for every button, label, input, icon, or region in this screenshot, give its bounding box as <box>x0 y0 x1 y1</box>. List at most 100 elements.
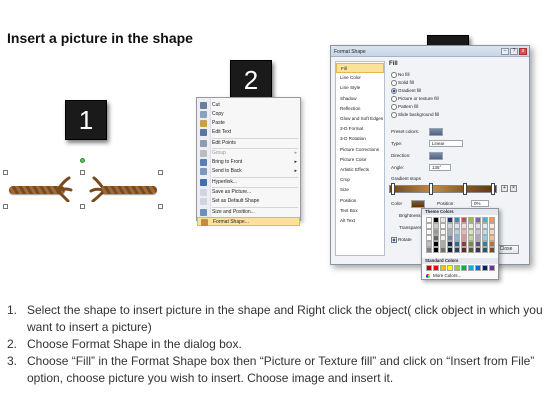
remove-stop-icon[interactable]: × <box>510 185 517 192</box>
scissors-icon <box>200 102 207 109</box>
color-swatch[interactable] <box>482 247 488 253</box>
category-shadow[interactable]: Shadow <box>336 94 384 104</box>
color-swatch[interactable] <box>475 247 481 253</box>
color-swatch[interactable] <box>433 247 439 253</box>
color-swatch[interactable] <box>475 265 481 271</box>
edit-text-icon <box>200 129 207 136</box>
selection-handle[interactable] <box>3 170 8 175</box>
menu-item-label: Bring to Front <box>212 159 243 165</box>
category-picture-color[interactable]: Picture Color <box>336 155 384 165</box>
fill-option-slide-background-fill[interactable]: Slide background fill <box>391 111 439 118</box>
category-fill[interactable]: Fill <box>336 63 384 74</box>
menu-item-edit-text[interactable]: Edit Text <box>197 128 300 137</box>
angle-field[interactable]: 135° <box>429 164 451 171</box>
category-line-style[interactable]: Line Style <box>336 83 384 93</box>
menu-item-paste[interactable]: Paste <box>197 119 300 128</box>
gradient-stop[interactable] <box>491 183 495 195</box>
menu-item-label: Size and Position... <box>212 208 255 215</box>
selection-handle[interactable] <box>3 204 8 209</box>
menu-item-cut[interactable]: Cut <box>197 101 300 110</box>
type-select[interactable]: Linear <box>429 140 463 147</box>
close-icon[interactable]: x <box>519 48 527 55</box>
menu-item-save-as-picture[interactable]: Save as Picture... <box>197 188 300 197</box>
step-number: 1. <box>7 303 18 317</box>
category-text-box[interactable]: Text Box <box>336 206 384 216</box>
submenu-arrow-icon: ▸ <box>294 159 297 165</box>
menu-item-size-and-position[interactable]: Size and Position... <box>197 208 300 217</box>
menu-item-label: Group <box>212 150 226 156</box>
direction-label: Direction: <box>391 153 411 158</box>
gradient-stop[interactable] <box>429 183 433 195</box>
color-swatch[interactable] <box>482 265 488 271</box>
category-artistic-effects[interactable]: Artistic Effects <box>336 165 384 175</box>
menu-item-label: Copy <box>212 111 224 117</box>
color-swatch[interactable] <box>454 247 460 253</box>
menu-item-send-to-back[interactable]: Send to Back ▸ <box>197 167 300 176</box>
gradient-stop[interactable] <box>391 183 395 195</box>
fill-option-no-fill[interactable]: No fill <box>391 71 410 78</box>
minimize-button[interactable]: – <box>501 48 509 55</box>
broken-rope-shape[interactable] <box>3 158 163 210</box>
fill-option-pattern-fill[interactable]: Pattern fill <box>391 103 418 110</box>
selection-handle[interactable] <box>80 204 85 209</box>
color-swatch[interactable] <box>461 247 467 253</box>
menu-item-group[interactable]: Group ▸ <box>197 149 300 158</box>
gradient-stops-bar[interactable] <box>389 185 497 193</box>
category-picture-corrections[interactable]: Picture Corrections <box>336 145 384 155</box>
color-swatch[interactable] <box>489 247 495 253</box>
color-swatch[interactable] <box>461 265 467 271</box>
category-position[interactable]: Position <box>336 196 384 206</box>
color-swatch[interactable] <box>468 247 474 253</box>
menu-item-label: Format Shape... <box>213 218 249 225</box>
category-alt-text[interactable]: Alt Text <box>336 216 384 226</box>
fill-option-solid-fill[interactable]: Solid fill <box>391 79 414 86</box>
send-back-icon <box>200 168 207 175</box>
position-field[interactable]: 0% <box>471 200 489 207</box>
category-reflection[interactable]: Reflection <box>336 104 384 114</box>
type-label: Type: <box>391 141 403 146</box>
menu-item-format-shape[interactable]: Format Shape... <box>197 216 300 226</box>
fill-option-picture-or-texture-fill[interactable]: Picture or texture fill <box>391 95 439 102</box>
brightness-label: Brightness: <box>399 213 422 218</box>
fill-option-gradient-fill[interactable]: Gradient fill <box>391 87 421 94</box>
menu-item-edit-points[interactable]: Edit Points <box>197 139 300 148</box>
rope-frayed-end-left <box>57 176 73 202</box>
menu-item-copy[interactable]: Copy <box>197 110 300 119</box>
gradient-stop[interactable] <box>463 183 467 195</box>
rotate-checkbox[interactable]: Rotate <box>391 236 412 243</box>
more-colors-link[interactable]: More Colors... <box>426 273 461 278</box>
category-3-d-format[interactable]: 3-D Format <box>336 124 384 134</box>
selection-handle[interactable] <box>158 170 163 175</box>
selection-handle[interactable] <box>80 170 85 175</box>
preset-colors-dropdown[interactable] <box>429 128 443 136</box>
category-size[interactable]: Size <box>336 185 384 195</box>
color-swatch[interactable] <box>440 265 446 271</box>
color-swatch[interactable] <box>468 265 474 271</box>
menu-item-set-as-default-shape[interactable]: Set as Default Shape <box>197 197 300 206</box>
color-swatch[interactable] <box>447 265 453 271</box>
color-swatch[interactable] <box>489 265 495 271</box>
category-glow-and-soft-edges[interactable]: Glow and Soft Edges <box>336 114 384 124</box>
standard-colors-row <box>426 265 495 271</box>
direction-dropdown[interactable] <box>429 152 443 160</box>
color-swatch[interactable] <box>447 247 453 253</box>
color-swatch[interactable] <box>454 265 460 271</box>
menu-item-label: Hyperlink... <box>212 178 238 185</box>
category-3-d-rotation[interactable]: 3-D Rotation <box>336 134 384 144</box>
color-swatch[interactable] <box>433 265 439 271</box>
category-crop[interactable]: Crop <box>336 175 384 185</box>
menu-item-bring-to-front[interactable]: Bring to Front ▸ <box>197 158 300 167</box>
color-dropdown[interactable] <box>411 200 425 208</box>
save-picture-icon <box>200 189 207 196</box>
color-swatch[interactable] <box>426 247 432 253</box>
rotation-handle[interactable] <box>80 158 85 163</box>
category-line-color[interactable]: Line Color <box>336 73 384 83</box>
selection-handle[interactable] <box>158 204 163 209</box>
color-swatch[interactable] <box>440 247 446 253</box>
help-button[interactable]: ? <box>510 48 518 55</box>
group-icon <box>200 150 207 157</box>
menu-item-hyperlink[interactable]: Hyperlink... <box>197 178 300 187</box>
instruction-list: 1. Select the shape to insert picture in … <box>7 302 555 387</box>
color-swatch[interactable] <box>426 265 432 271</box>
add-stop-icon[interactable]: + <box>501 185 508 192</box>
